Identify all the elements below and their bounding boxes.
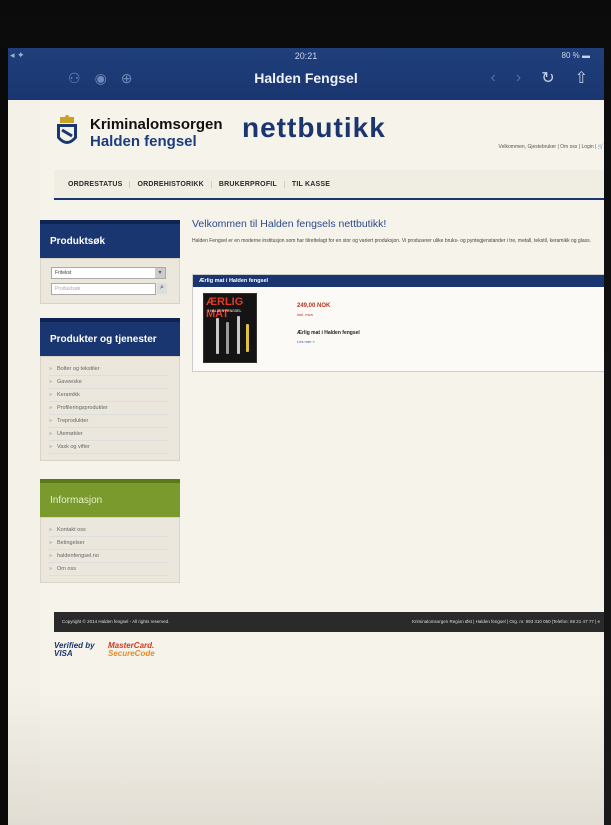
product-image[interactable]: ÆRLIG MAT I HALDEN FENGSEL <box>203 293 257 363</box>
logo-line-1: Kriminalomsorgen <box>90 116 223 133</box>
product-search-input[interactable]: Produktsøk ⌕ <box>51 283 167 295</box>
category-item[interactable]: Bolter og tekstiler <box>49 363 169 376</box>
info-link[interactable]: Kontakt oss <box>49 524 169 537</box>
knife-graphic <box>216 318 219 354</box>
information-list: Kontakt oss Betingelser haldenfengsel.no… <box>40 517 180 583</box>
product-card[interactable]: Ærlig mat i Halden fengsel ÆRLIG MAT I H… <box>192 274 604 372</box>
page-footer: Copyright © 2014 Halden fengsel - All ri… <box>54 612 604 632</box>
product-box-header[interactable]: Ærlig mat i Halden fengsel <box>193 275 604 287</box>
category-item[interactable]: Vask og vifter <box>49 441 169 454</box>
payment-logos: Verified by VISA MasterCard. SecureCode <box>54 642 184 666</box>
footer-copyright: Copyright © 2014 Halden fengsel - All ri… <box>62 619 170 624</box>
info-link[interactable]: Betingelser <box>49 537 169 550</box>
knife-graphic <box>246 324 249 352</box>
product-search-panel: Fritekst ▾ Produktsøk ⌕ <box>40 258 180 304</box>
main-content: Velkommen til Halden fengsels nettbutikk… <box>190 218 604 372</box>
forward-arrow-icon[interactable]: › <box>516 69 521 87</box>
read-more-link[interactable]: Les mer » <box>297 339 315 344</box>
category-item[interactable]: Treprodukter <box>49 415 169 428</box>
header-links-text: Velkommen, Gjestebruker | Om oss | Login… <box>498 144 598 150</box>
search-placeholder: Produktsøk <box>55 286 81 292</box>
product-name[interactable]: Ærlig mat i Halden fengsel <box>297 330 360 336</box>
cart-icon[interactable]: 🛒 <box>598 144 604 150</box>
cover-subtitle: I HALDEN FENGSEL <box>208 309 242 313</box>
search-type-value: Fritekst <box>55 270 72 276</box>
knife-graphic <box>237 316 240 354</box>
search-type-select[interactable]: Fritekst ▾ <box>51 267 166 279</box>
products-heading: Produkter og tjenester <box>40 318 180 356</box>
nav-til-kasse[interactable]: TIL KASSE <box>285 181 337 188</box>
status-time: 20:21 <box>294 51 318 61</box>
cover-title: ÆRLIG MAT <box>206 296 244 320</box>
top-navigation: ORDRESTATUS ORDREHISTORIKK BRUKERPROFIL … <box>54 170 604 200</box>
shop-title: nettbutikk <box>242 112 386 143</box>
nav-ordrestatus[interactable]: ORDRESTATUS <box>54 180 131 188</box>
back-arrow-icon[interactable]: ‹ <box>491 69 496 87</box>
info-link[interactable]: Om oss <box>49 563 169 576</box>
browser-screen: ◂ ✦ 20:21 80 % ▬ ⚇ ◉ ⊕ Halden Fengsel ‹ … <box>8 48 604 825</box>
sidebar: Produktsøk Fritekst ▾ Produktsøk ⌕ Produ… <box>40 220 180 583</box>
battery-status: 80 % ▬ <box>561 51 590 60</box>
product-search-heading: Produktsøk <box>40 220 180 258</box>
webshop-page: Kriminalomsorgen Halden fengsel nettbuti… <box>40 100 604 825</box>
footer-contact: Kriminalomsorgen Region Øst | Halden fen… <box>411 619 600 624</box>
information-heading: Informasjon <box>40 479 180 517</box>
header-links[interactable]: Velkommen, Gjestebruker | Om oss | Login… <box>499 144 604 150</box>
nav-brukerprofil[interactable]: BRUKERPROFIL <box>212 180 285 188</box>
knife-graphic <box>226 322 229 354</box>
category-item[interactable]: Profileringsprodukter <box>49 402 169 415</box>
chevron-down-icon: ▾ <box>155 268 165 278</box>
crest-icon <box>57 115 77 144</box>
reload-icon[interactable]: ↻ <box>541 68 554 88</box>
product-vat: inkl. mva <box>297 312 313 317</box>
search-icon[interactable]: ⌕ <box>157 283 167 294</box>
mc-bottom: SecureCode <box>108 649 155 658</box>
category-item[interactable]: Gaveeske <box>49 376 169 389</box>
visa-bottom: VISA <box>54 649 73 658</box>
verified-by-visa-logo: Verified by VISA <box>54 642 95 658</box>
share-icon[interactable]: ⇧ <box>575 68 588 88</box>
category-item[interactable]: Keramikk <box>49 389 169 402</box>
mastercard-securecode-logo: MasterCard. SecureCode <box>108 642 155 658</box>
ipad-bezel <box>0 48 8 825</box>
info-link[interactable]: haldenfengsel.no <box>49 550 169 563</box>
nav-right-icons: ‹ › ↻ ⇧ <box>491 68 588 88</box>
product-price: 249,00 NOK <box>297 303 331 309</box>
nav-ordrehistorikk[interactable]: ORDREHISTORIKK <box>130 180 212 188</box>
battery-percent: 80 % <box>561 51 580 60</box>
logo-line-2: Halden fengsel <box>90 133 197 150</box>
category-list: Bolter og tekstiler Gaveeske Keramikk Pr… <box>40 356 180 461</box>
site-logo[interactable]: Kriminalomsorgen Halden fengsel <box>54 110 234 160</box>
category-item[interactable]: Utemøbler <box>49 428 169 441</box>
ios-nav-bar: ◂ ✦ 20:21 80 % ▬ ⚇ ◉ ⊕ Halden Fengsel ‹ … <box>8 48 604 100</box>
welcome-heading: Velkommen til Halden fengsels nettbutikk… <box>192 218 387 230</box>
intro-text: Halden Fengsel er en moderne institusjon… <box>192 238 591 244</box>
